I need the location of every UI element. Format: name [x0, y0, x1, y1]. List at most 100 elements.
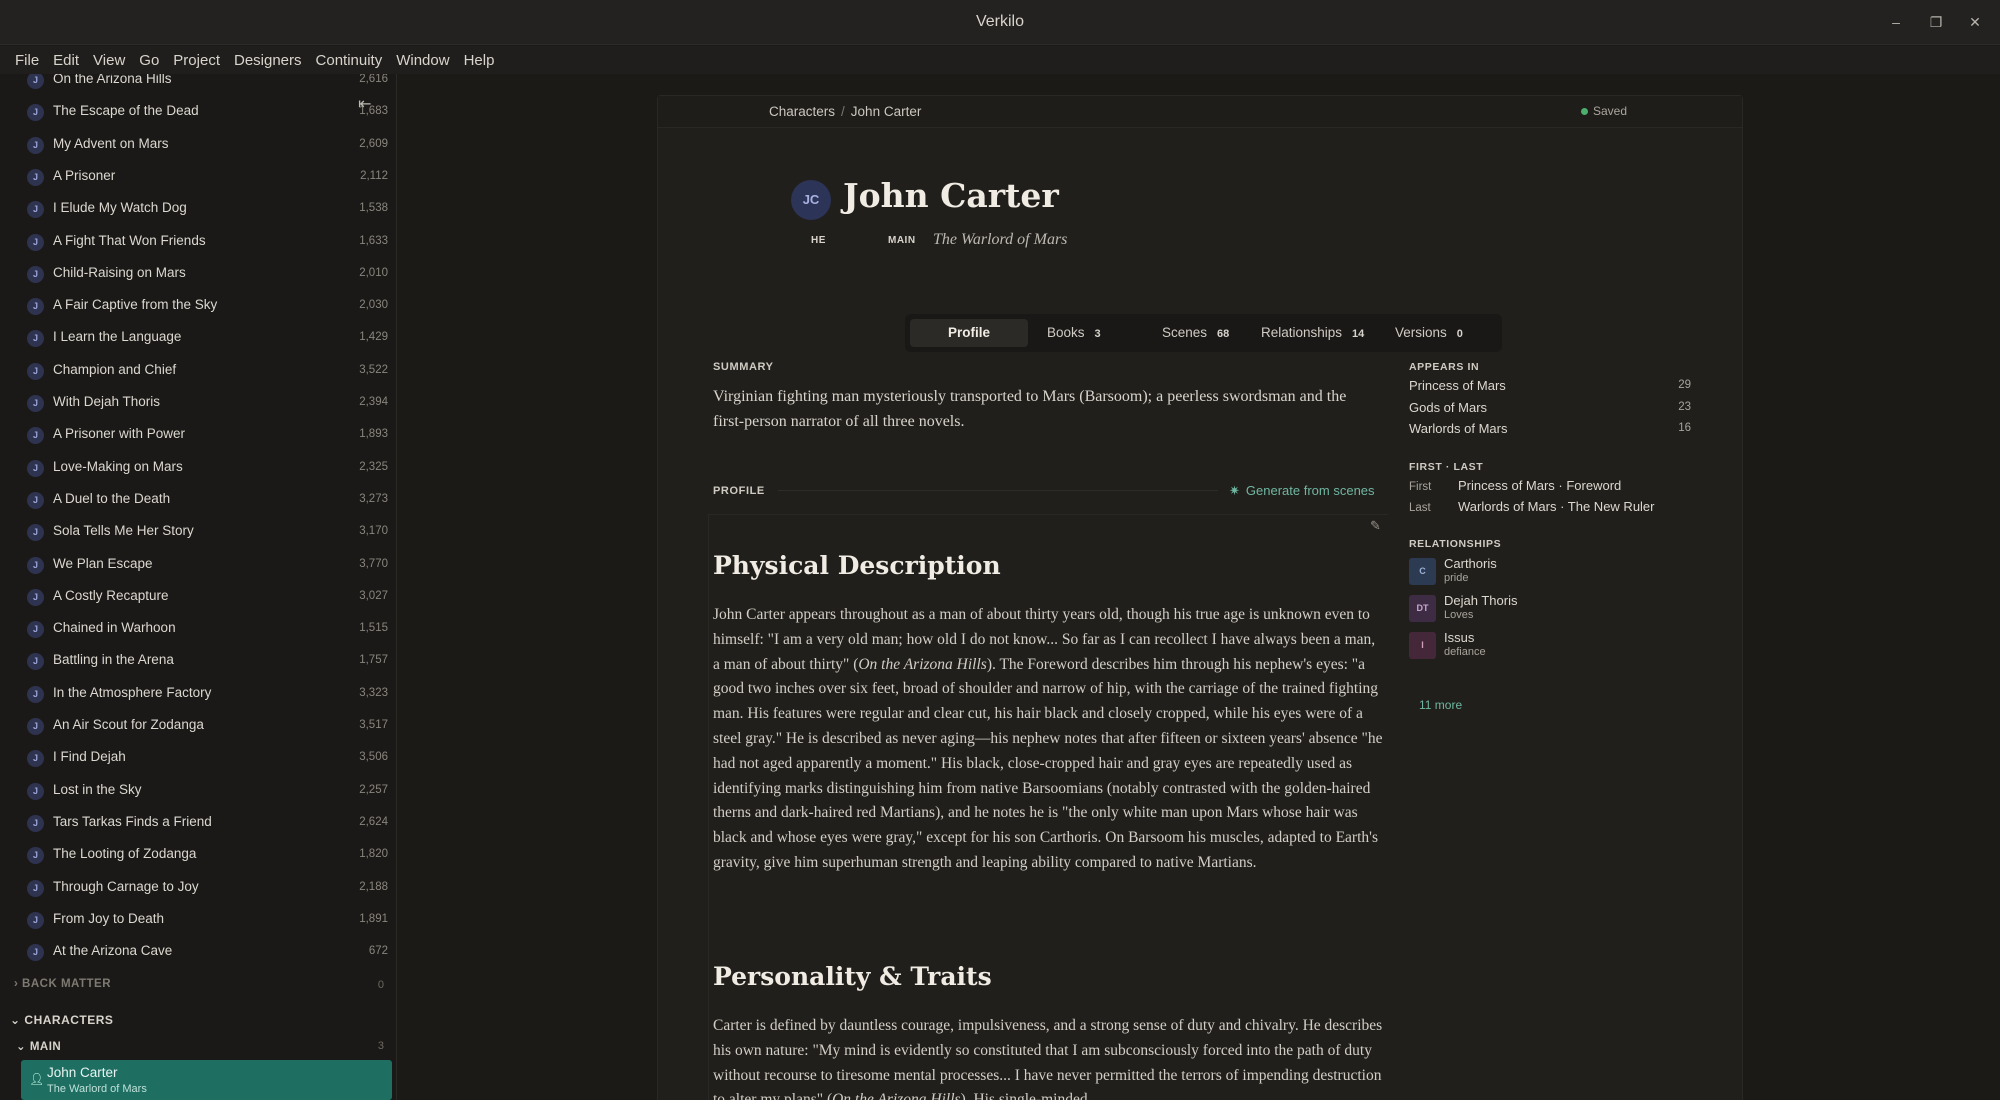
- sidebar-chapter-item[interactable]: J Lost in the Sky 2,257: [0, 775, 396, 807]
- sidebar-chapter-item[interactable]: J Love-Making on Mars 2,325: [0, 452, 396, 484]
- menu-edit[interactable]: Edit: [46, 52, 86, 69]
- character-subtitle: The Warlord of Mars: [47, 1083, 147, 1095]
- pencil-icon[interactable]: ✎: [1370, 518, 1381, 534]
- chapter-title: With Dejah Thoris: [53, 394, 161, 409]
- menu-file[interactable]: File: [8, 52, 46, 69]
- appears-in-item[interactable]: Warlords of Mars 16: [1409, 421, 1691, 436]
- chapter-badge: J: [27, 782, 44, 800]
- more-relationships-link[interactable]: 11 more: [1419, 698, 1462, 712]
- chapter-word-count: 2,325: [359, 460, 388, 473]
- sidebar-chapter-item[interactable]: J Child-Raising on Mars 2,010: [0, 258, 396, 290]
- chapter-badge: J: [27, 265, 44, 283]
- sidebar-chapter-item[interactable]: J The Looting of Zodanga 1,820: [0, 839, 396, 871]
- relationship-name: Carthoris: [1444, 556, 1497, 571]
- close-icon[interactable]: ✕: [1964, 11, 1986, 33]
- sidebar-chapter-item[interactable]: J A Costly Recapture 3,027: [0, 581, 396, 613]
- sidebar-chapter-item[interactable]: J A Prisoner 2,112: [0, 161, 396, 193]
- chapter-badge: J: [27, 201, 44, 219]
- tab-versions[interactable]: Versions 0: [1395, 319, 1463, 347]
- collapse-sidebar-icon[interactable]: ⇤: [358, 94, 371, 114]
- chapter-title: Child-Raising on Mars: [53, 264, 186, 280]
- sidebar-chapter-item[interactable]: J The Escape of the Dead 1,683: [0, 96, 396, 128]
- chapter-word-count: 2,257: [359, 783, 388, 796]
- chapter-title: A Costly Recapture: [53, 587, 169, 603]
- sidebar-character-john-carter[interactable]: 👤︎ John Carter The Warlord of Mars: [21, 1060, 392, 1100]
- sidebar-chapter-item[interactable]: J Tars Tarkas Finds a Friend 2,624: [0, 807, 396, 839]
- tab-relationships[interactable]: Relationships 14: [1261, 319, 1364, 347]
- chapter-word-count: 2,616: [359, 74, 388, 85]
- sidebar-chapter-item[interactable]: J A Prisoner with Power 1,893: [0, 419, 396, 451]
- menu-help[interactable]: Help: [457, 52, 502, 69]
- summary-text[interactable]: Virginian fighting man mysteriously tran…: [713, 384, 1378, 434]
- tab-profile[interactable]: Profile: [910, 319, 1028, 347]
- generate-from-scenes-button[interactable]: ✷ Generate from scenes: [1229, 483, 1375, 499]
- tab-books[interactable]: Books 3: [1047, 319, 1101, 347]
- chapter-badge: J: [27, 621, 44, 639]
- sidebar-chapter-item[interactable]: J A Fair Captive from the Sky 2,030: [0, 290, 396, 322]
- sidebar-chapter-item[interactable]: J A Duel to the Death 3,273: [0, 484, 396, 516]
- page-title: John Carter: [843, 176, 1059, 215]
- chapter-badge: J: [27, 395, 44, 412]
- chapter-badge: J: [27, 330, 44, 348]
- last-appearance[interactable]: Last Warlords of Mars · The New Ruler: [1409, 499, 1655, 514]
- sidebar-chapter-item[interactable]: J With Dejah Thoris 2,394: [0, 387, 396, 419]
- sidebar-chapter-item[interactable]: J Battling in the Arena 1,757: [0, 645, 396, 677]
- sidebar-chapter-item[interactable]: J From Joy to Death 1,891: [0, 904, 396, 936]
- menu-designers[interactable]: Designers: [227, 52, 309, 69]
- appears-in-item[interactable]: Gods of Mars 23: [1409, 400, 1691, 415]
- tab-scenes[interactable]: Scenes 68: [1162, 319, 1229, 347]
- first-appearance[interactable]: First Princess of Mars · Foreword: [1409, 478, 1621, 493]
- sidebar-chapter-item[interactable]: J We Plan Escape 3,770: [0, 549, 396, 581]
- sidebar-chapter-item[interactable]: J I Learn the Language 1,429: [0, 322, 396, 354]
- card-header: Characters / John Carter Saved: [658, 96, 1742, 128]
- section-paragraph[interactable]: Carter is defined by dauntless courage, …: [713, 1014, 1383, 1100]
- sidebar-chapter-item[interactable]: J I Elude My Watch Dog 1,538: [0, 193, 396, 225]
- menu-view[interactable]: View: [86, 52, 132, 69]
- chapter-word-count: 1,538: [359, 202, 388, 215]
- chapter-badge: J: [27, 427, 44, 445]
- sidebar-chapter-item[interactable]: J In the Atmosphere Factory 3,323: [0, 678, 396, 710]
- chapter-title: I Learn the Language: [53, 329, 182, 345]
- chapter-badge: J: [27, 168, 44, 186]
- chapter-title: Sola Tells Me Her Story: [53, 523, 194, 539]
- relationship-item[interactable]: C Carthoris pride: [1409, 554, 1669, 588]
- relationship-item[interactable]: DT Dejah Thoris Loves: [1409, 591, 1669, 625]
- characters-header[interactable]: ⌄ CHARACTERS: [10, 1013, 113, 1027]
- chapter-word-count: 2,394: [359, 396, 388, 408]
- sidebar-chapter-item[interactable]: J A Fight That Won Friends 1,633: [0, 226, 396, 258]
- main-group-header[interactable]: ⌄ MAIN: [16, 1039, 61, 1053]
- menu-go[interactable]: Go: [132, 52, 166, 69]
- sidebar-chapter-item[interactable]: J On the Arizona Hills 2,616: [0, 74, 396, 96]
- chapter-word-count: 2,010: [359, 266, 388, 279]
- chapter-word-count: 1,757: [359, 654, 388, 667]
- chapter-title: A Prisoner with Power: [53, 426, 186, 442]
- chapter-title: A Prisoner: [53, 167, 116, 183]
- chapter-badge: J: [27, 718, 44, 735]
- sidebar-chapter-item[interactable]: J Chained in Warhoon 1,515: [0, 613, 396, 645]
- menu-project[interactable]: Project: [166, 52, 227, 69]
- breadcrumb-characters[interactable]: Characters: [769, 104, 835, 119]
- chapter-word-count: 3,170: [359, 525, 388, 538]
- chapter-word-count: 3,770: [359, 557, 388, 570]
- sidebar-chapter-item[interactable]: J An Air Scout for Zodanga 3,517: [0, 710, 396, 742]
- sidebar-chapter-item[interactable]: J I Find Dejah 3,506: [0, 742, 396, 774]
- chapter-badge: J: [27, 814, 44, 832]
- appears-in-item[interactable]: Princess of Mars 29: [1409, 378, 1691, 393]
- maximize-icon[interactable]: ❐: [1925, 11, 1947, 33]
- sidebar-chapter-item[interactable]: J My Advent on Mars 2,609: [0, 129, 396, 161]
- menu-window[interactable]: Window: [389, 52, 456, 69]
- chapter-badge: J: [27, 879, 44, 897]
- sidebar-chapter-item[interactable]: J Sola Tells Me Her Story 3,170: [0, 516, 396, 548]
- chapter-title: Champion and Chief: [53, 361, 177, 377]
- sidebar-chapter-item[interactable]: J Through Carnage to Joy 2,188: [0, 872, 396, 904]
- relationship-item[interactable]: I Issus defiance: [1409, 628, 1669, 662]
- relationship-name: Issus: [1444, 630, 1475, 645]
- sidebar-chapter-item[interactable]: J Champion and Chief 3,522: [0, 355, 396, 387]
- section-paragraph[interactable]: John Carter appears throughout as a man …: [713, 603, 1383, 876]
- chapter-word-count: 3,027: [359, 589, 388, 602]
- chapter-badge: J: [27, 298, 44, 316]
- menu-continuity[interactable]: Continuity: [309, 52, 390, 69]
- back-matter-header[interactable]: › BACK MATTER: [14, 978, 111, 990]
- sidebar-chapter-item[interactable]: J At the Arizona Cave 672: [0, 936, 396, 968]
- minimize-icon[interactable]: –: [1885, 11, 1907, 33]
